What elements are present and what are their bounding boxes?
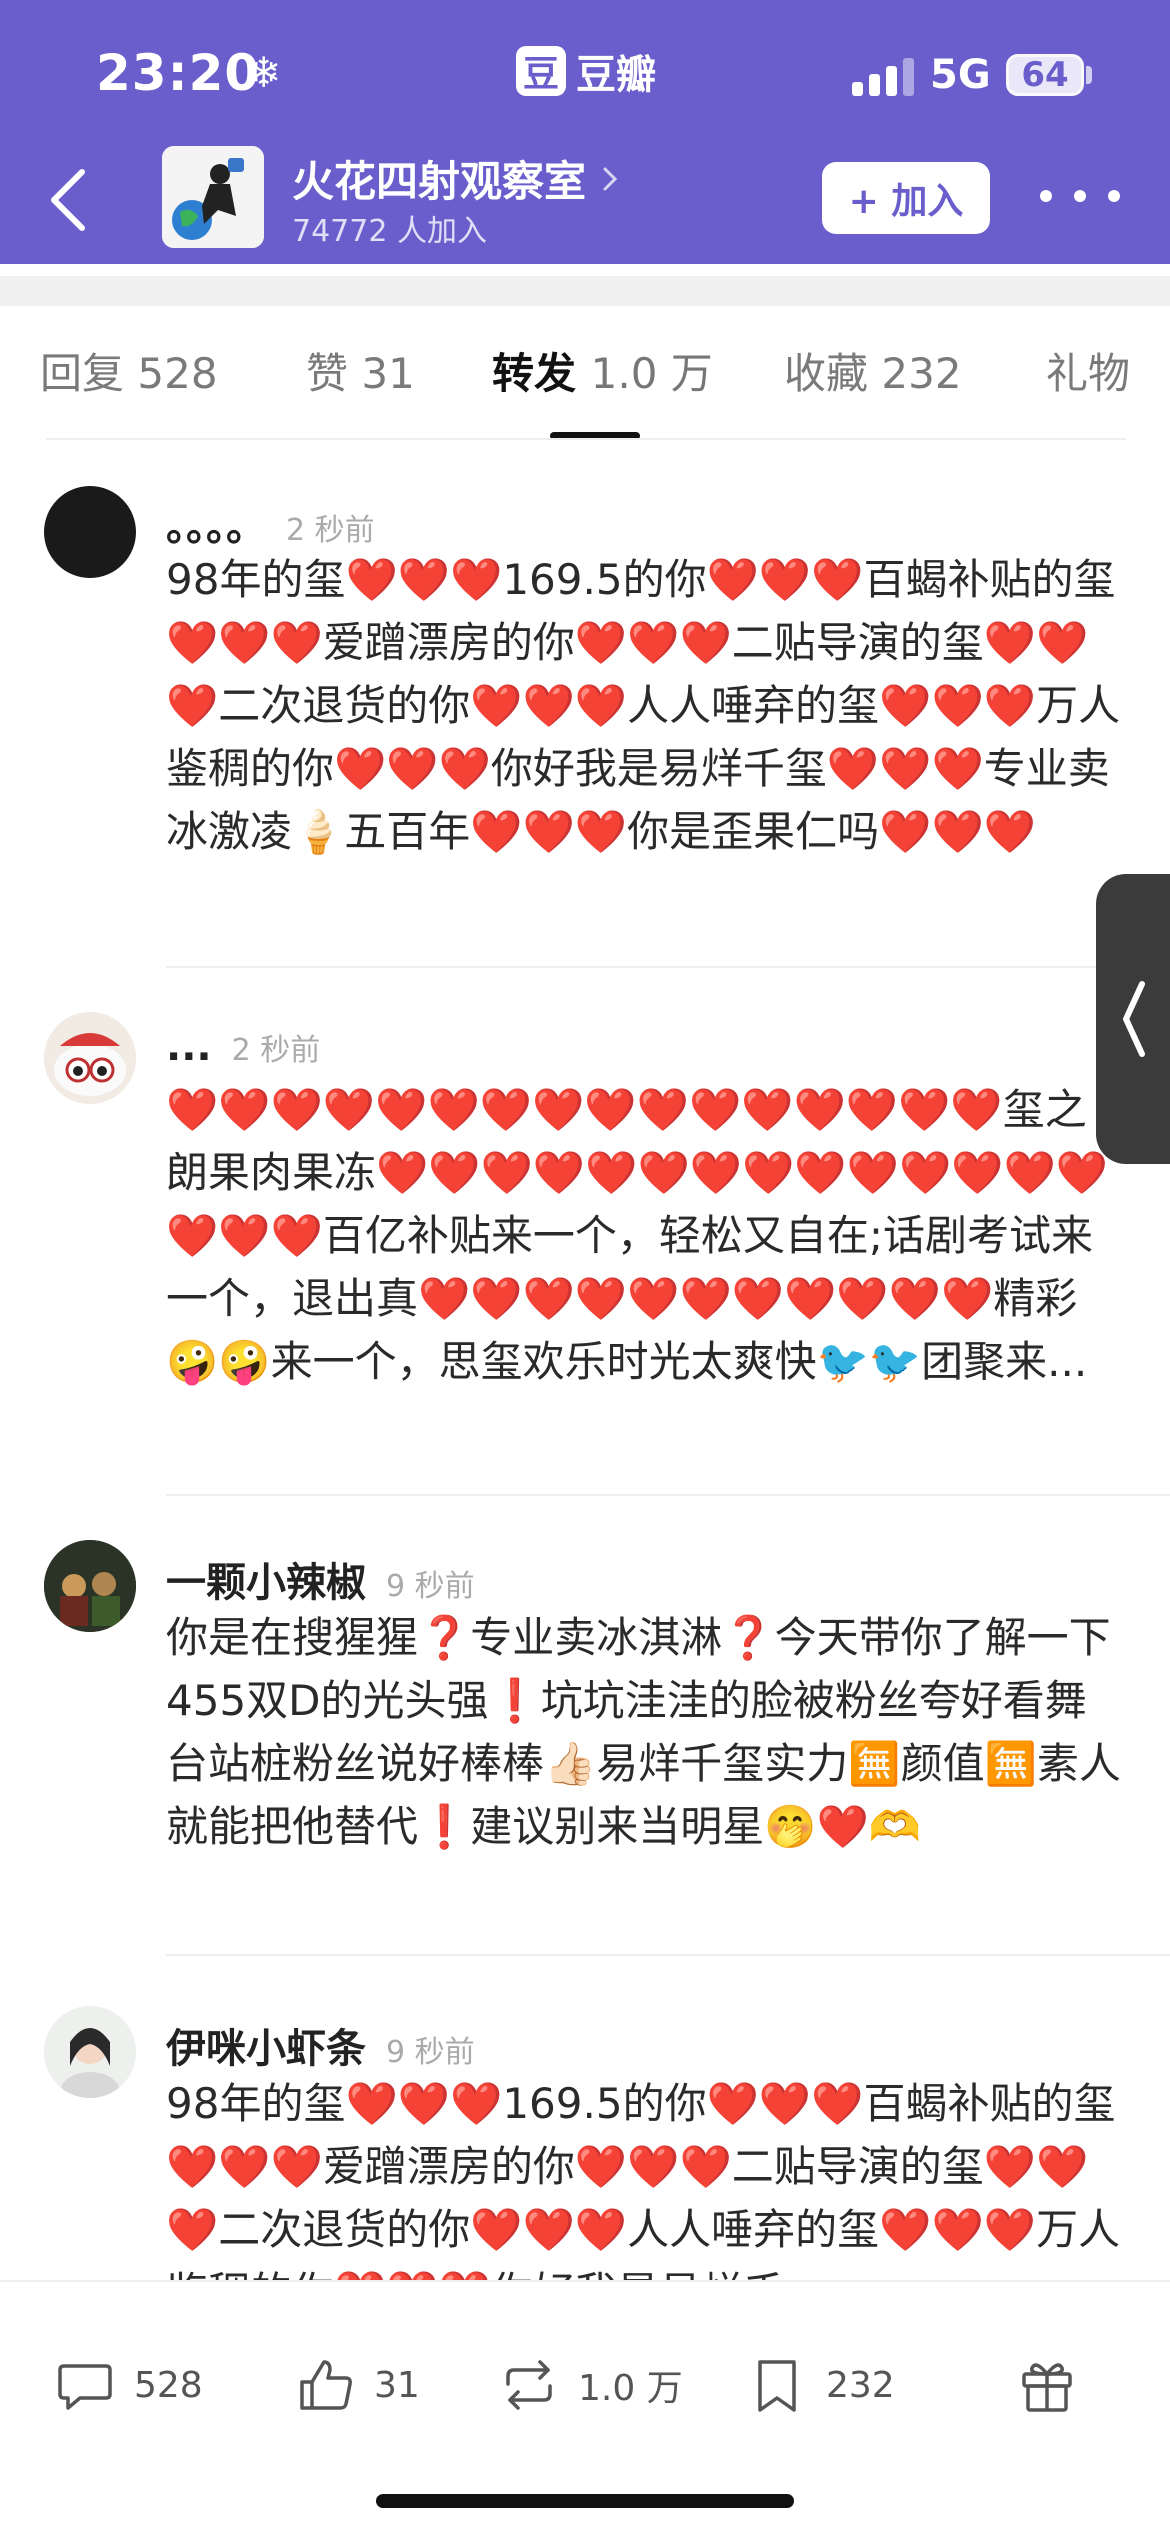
side-panel-handle[interactable] xyxy=(1096,874,1170,1164)
tab-like[interactable]: 赞 31 xyxy=(306,340,415,401)
tab-label: 转发 xyxy=(492,349,577,398)
like-count: 31 xyxy=(374,2364,420,2406)
chevron-right-icon xyxy=(603,167,618,190)
status-time: 23:20 xyxy=(96,44,261,102)
like-button[interactable]: 31 xyxy=(294,2354,420,2416)
more-options-button[interactable] xyxy=(1040,176,1120,216)
comment-time: 9 秒前 xyxy=(386,2035,475,2070)
home-indicator[interactable] xyxy=(376,2494,794,2508)
repost-button[interactable]: 1.0 万 xyxy=(498,2354,683,2416)
reply-button[interactable]: 528 xyxy=(54,2354,203,2416)
repost-count: 1.0 万 xyxy=(578,2368,683,2409)
tab-count: 1.0 万 xyxy=(590,349,713,398)
tab-bar: 回复 528 赞 31 转发 1.0 万 收藏 232 礼物 xyxy=(0,340,1170,440)
group-name-text: 火花四射观察室 xyxy=(292,157,587,206)
gift-icon xyxy=(1022,2363,1072,2412)
dot-icon xyxy=(1040,190,1052,202)
comment-header: 。。。。 2 秒前 xyxy=(166,494,375,552)
tab-count: 528 xyxy=(137,349,218,398)
comment-header: 一颗小辣椒 9 秒前 xyxy=(166,1550,475,1608)
group-member-count: 74772 人加入 xyxy=(292,214,487,249)
comment-header: 伊咪小虾条 9 秒前 xyxy=(166,2016,475,2074)
douban-app-badge[interactable]: 豆 豆瓣 xyxy=(516,44,656,98)
comment-author[interactable]: 伊咪小虾条 xyxy=(166,2016,366,2074)
comment-time: 2 秒前 xyxy=(231,1033,321,1068)
tab-count: 232 xyxy=(881,349,962,398)
tab-label: 赞 xyxy=(306,349,349,398)
comment-text: ❤️❤️❤️❤️❤️❤️❤️❤️❤️❤️❤️❤️❤️❤️❤️❤️玺之朗果肉果冻❤… xyxy=(166,1085,1109,1386)
battery-tip xyxy=(1086,66,1092,84)
top-header: 23:20 ❄ 豆 豆瓣 5G 64 火花四射观察室 74772 人加入 + 加… xyxy=(0,0,1170,264)
comment-author[interactable]: 。。。。 xyxy=(166,494,266,552)
section-separator xyxy=(0,276,1170,306)
bottom-action-bar: 528 31 1.0 万 232 xyxy=(0,2280,1170,2532)
dot-icon xyxy=(1108,190,1120,202)
dot-icon xyxy=(1074,190,1086,202)
battery-icon: 64 xyxy=(1006,54,1084,96)
chevron-left-icon xyxy=(1123,981,1145,1057)
comment-author[interactable]: ... xyxy=(166,1024,212,1070)
douban-app-name: 豆瓣 xyxy=(576,52,656,98)
tab-count: 31 xyxy=(361,349,415,398)
comment-divider xyxy=(166,1494,1170,1496)
snowflake-icon: ❄ xyxy=(246,48,282,97)
signal-icon xyxy=(852,56,916,96)
reply-count: 528 xyxy=(134,2364,203,2406)
tab-label: 回复 xyxy=(40,349,125,398)
tab-label: 收藏 xyxy=(784,349,869,398)
comment-text: 你是在搜猩猩❓专业卖冰淇淋❓今天带你了解一下455双D的光头强❗坑坑洼洼的脸被粉… xyxy=(166,1613,1121,1851)
comment-time: 9 秒前 xyxy=(386,1569,475,1604)
status-bar: 23:20 ❄ 豆 豆瓣 5G 64 xyxy=(0,0,1170,150)
network-type: 5G xyxy=(930,52,991,98)
repost-icon xyxy=(506,2360,552,2410)
back-button[interactable] xyxy=(40,160,100,240)
tab-repost[interactable]: 转发 1.0 万 xyxy=(492,340,713,401)
group-name[interactable]: 火花四射观察室 xyxy=(292,148,620,209)
tab-gift[interactable]: 礼物 xyxy=(1046,340,1130,401)
join-group-button[interactable]: + 加入 xyxy=(822,162,990,234)
collect-button[interactable]: 232 xyxy=(746,2354,895,2416)
avatar[interactable] xyxy=(44,1012,136,1104)
avatar[interactable] xyxy=(44,2006,136,2098)
comment-divider xyxy=(166,1954,1170,1956)
chevron-left-icon xyxy=(51,169,85,231)
comment-time: 2 秒前 xyxy=(286,513,375,548)
comment-author[interactable]: 一颗小辣椒 xyxy=(166,1550,366,1608)
comment-divider xyxy=(166,966,1170,968)
thumbs-up-icon xyxy=(300,2360,352,2410)
comment-text: 98年的玺❤️❤️❤️169.5的你❤️❤️❤️百蝎补贴的玺❤️❤️❤️爱蹭漂房… xyxy=(166,555,1121,856)
avatar[interactable] xyxy=(44,486,136,578)
tab-label: 礼物 xyxy=(1046,349,1131,398)
gift-button[interactable] xyxy=(1016,2354,1078,2416)
collect-count: 232 xyxy=(826,2364,895,2406)
group-avatar[interactable] xyxy=(162,146,264,248)
douban-logo-icon: 豆 xyxy=(516,46,566,96)
avatar[interactable] xyxy=(44,1540,136,1632)
tab-collect[interactable]: 收藏 232 xyxy=(784,340,962,401)
comment-header: ... 2 秒前 xyxy=(166,1024,320,1070)
comment-icon xyxy=(58,2364,112,2410)
bookmark-icon xyxy=(758,2360,796,2412)
tabs-divider xyxy=(46,438,1126,440)
tab-reply[interactable]: 回复 528 xyxy=(40,340,218,401)
